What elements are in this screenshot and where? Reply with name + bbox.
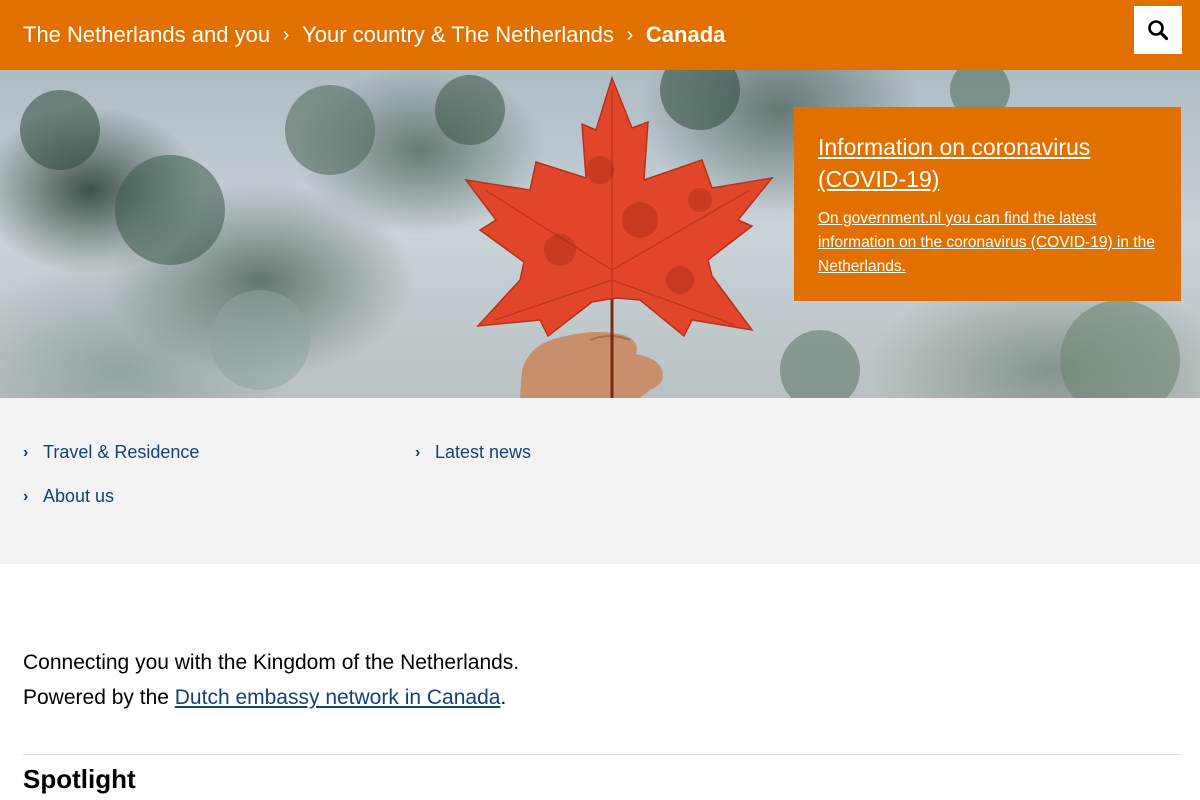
link-latest-news-label: Latest news: [435, 442, 532, 462]
chevron-right-icon: ›: [626, 23, 634, 46]
chevron-right-icon: ›: [282, 23, 290, 46]
section-divider: [23, 754, 1181, 755]
covid-info-box: Information on coronavirus (COVID-19) On…: [794, 107, 1181, 301]
chevron-right-icon: ›: [415, 443, 421, 461]
search-button[interactable]: [1134, 6, 1182, 54]
search-icon: [1148, 20, 1169, 41]
link-latest-news[interactable]: › Latest news: [415, 442, 531, 463]
intro-text: Connecting you with the Kingdom of the N…: [23, 645, 519, 715]
breadcrumb-current: Canada: [645, 22, 726, 47]
breadcrumb: The Netherlands and you › Your country &…: [0, 22, 725, 48]
breadcrumb-link-netherlands-and-you[interactable]: The Netherlands and you: [23, 22, 270, 48]
intro-line-2-prefix: Powered by the: [23, 686, 175, 709]
quick-links-section: › Travel & Residence › About us › Latest…: [0, 398, 1200, 564]
embassy-network-link[interactable]: Dutch embassy network in Canada: [175, 686, 501, 709]
link-travel-residence-label: Travel & Residence: [43, 442, 200, 462]
chevron-right-icon: ›: [23, 443, 29, 461]
covid-info-title-link[interactable]: Information on coronavirus (COVID-19): [818, 131, 1159, 195]
link-about-us-label: About us: [43, 486, 115, 506]
intro-line-1: Connecting you with the Kingdom of the N…: [23, 651, 520, 674]
chevron-right-icon: ›: [23, 487, 29, 505]
intro-line-2-suffix: .: [500, 686, 507, 709]
top-bar: The Netherlands and you › Your country &…: [0, 0, 1200, 70]
covid-info-text-link[interactable]: On government.nl you can find the latest…: [818, 207, 1159, 279]
breadcrumb-link-your-country[interactable]: Your country & The Netherlands: [302, 22, 614, 48]
intro-line-2: Powered by the Dutch embassy network in …: [23, 680, 519, 715]
link-about-us[interactable]: › About us: [23, 486, 114, 507]
spotlight-heading: Spotlight: [23, 764, 136, 794]
link-travel-residence[interactable]: › Travel & Residence: [23, 442, 199, 463]
